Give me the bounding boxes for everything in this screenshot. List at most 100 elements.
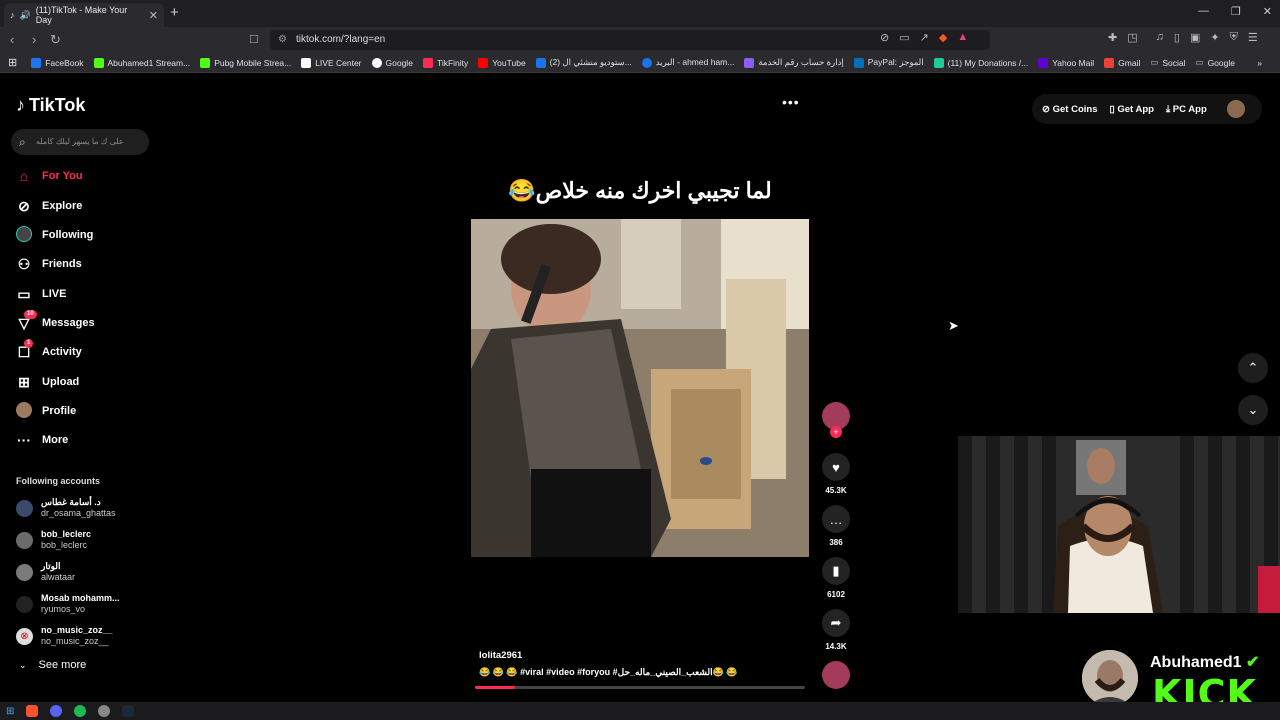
chevron-down-icon: ⌄ [19, 659, 27, 670]
bookmark-paypal[interactable]: PayPal: الموجز [853, 57, 924, 68]
video-progress-bar[interactable] [475, 686, 805, 689]
wallet-icon[interactable]: ▣ [1190, 31, 1200, 44]
new-tab-button[interactable]: + [170, 4, 179, 21]
vpn-icon[interactable]: ⛨ [1230, 31, 1238, 44]
video-player[interactable] [471, 219, 809, 557]
screenshot-icon[interactable]: ◳ [1127, 31, 1137, 44]
creator-avatar[interactable]: + [820, 402, 852, 438]
account-username: ryumos_vo [41, 604, 86, 614]
sound-disc[interactable] [820, 661, 852, 689]
menu-icon[interactable]: ☰ [1248, 31, 1258, 44]
bookmark-page-icon[interactable]: ☐ [249, 33, 259, 46]
site-info-icon[interactable]: ⚙ [278, 30, 287, 50]
bookmark-label: PayPal: الموجز [867, 57, 924, 67]
sidebar-icon[interactable]: ▯ [1174, 31, 1180, 44]
get-app-button[interactable]: ▯ Get App [1109, 104, 1153, 115]
music-icon[interactable]: ♫ [1156, 31, 1164, 44]
share-button[interactable]: ➦ 14.3K [820, 609, 852, 651]
bookmark-label: FaceBook [45, 57, 84, 68]
brave-browser-icon[interactable] [26, 705, 39, 717]
nav-label: Activity [42, 346, 82, 358]
nav-profile[interactable]: Profile [16, 400, 76, 422]
comment-button[interactable]: … 386 [820, 505, 852, 547]
nav-live[interactable]: ▭ LIVE [16, 283, 66, 305]
more-bookmarks-icon[interactable]: » [1257, 58, 1262, 68]
bookmark-tikfinity[interactable]: TikFinity [422, 57, 469, 68]
live-icon: ▭ [17, 285, 31, 302]
cast-off-icon[interactable]: ⊘ [880, 31, 889, 44]
close-tab-icon[interactable]: ✕ [149, 9, 158, 22]
tiktok-logo[interactable]: ♪ TikTok [16, 95, 85, 116]
bookmark-live-center[interactable]: LIVE Center [301, 57, 362, 68]
brave-shield-icon[interactable]: ◆ [939, 31, 947, 44]
user-avatar[interactable] [1226, 100, 1245, 118]
more-options-icon[interactable]: ••• [782, 94, 800, 110]
coin-icon: ⊘ [1042, 103, 1050, 115]
bookmark-yahoo-mail[interactable]: Yahoo Mail [1038, 57, 1094, 68]
nav-following[interactable]: Following [16, 224, 93, 246]
obs-icon[interactable] [98, 705, 111, 717]
get-coins-button[interactable]: ⊘ Get Coins [1042, 104, 1097, 115]
audio-playing-icon[interactable]: 🔊 [20, 10, 31, 21]
video-frame-image [471, 219, 809, 557]
back-icon[interactable]: ‹ [10, 32, 14, 47]
paypal-icon [853, 57, 864, 68]
follow-plus-icon[interactable]: + [830, 426, 842, 438]
bookmark-google[interactable]: Google [371, 57, 413, 68]
bookmark-facebook[interactable]: FaceBook [31, 57, 84, 68]
profile-icon [16, 401, 32, 421]
steam-icon[interactable] [122, 705, 135, 717]
bookmark-folder-social[interactable]: ▭ Social [1150, 57, 1185, 68]
following-account[interactable]: bob_leclerc bob_leclerc [16, 529, 91, 551]
bookmark-pubg-stream[interactable]: Pubg Mobile Strea... [200, 57, 291, 68]
bookmark-youtube-studio[interactable]: (2) ستوديو منشئي ال... [535, 57, 632, 68]
spotify-icon[interactable] [74, 705, 87, 717]
following-account[interactable]: Mosab mohamm... ryumos_vo [16, 593, 120, 615]
nav-explore[interactable]: ⊘ Explore [16, 195, 82, 217]
nav-more[interactable]: ··· More [16, 429, 68, 451]
forward-icon[interactable]: › [32, 32, 36, 47]
nav-upload[interactable]: ⊞ Upload [16, 371, 79, 393]
search-input[interactable]: ⌕ على ك ما يسهر ليلك كامله [11, 129, 149, 155]
bookmark-youtube[interactable]: YouTube [478, 57, 526, 68]
following-account[interactable]: الوتار alwataar [16, 561, 75, 583]
bookmark-label: TikFinity [436, 57, 469, 68]
like-button[interactable]: ♥ 45.3K [820, 453, 852, 495]
previous-video-button[interactable]: ⌃ [1238, 353, 1268, 383]
following-account[interactable]: د. أسامة غطاس dr_osama_ghattas [16, 497, 116, 519]
pc-app-label: PC App [1172, 103, 1207, 115]
brave-rewards-icon[interactable]: ▲ [957, 31, 968, 44]
leo-ai-icon[interactable]: ✦ [1210, 31, 1219, 44]
nav-messages[interactable]: ▽ 10 Messages [16, 309, 95, 334]
bookmark-kick-stream[interactable]: Abuhamed1 Stream... [93, 57, 190, 68]
extensions-icon[interactable]: ✚ [1108, 31, 1117, 44]
share-icon[interactable]: ↗ [920, 31, 929, 44]
save-button[interactable]: ▮ 6102 [820, 557, 852, 599]
browser-tab[interactable]: ♪ 🔊 (11)TikTok - Make Your Day ✕ [4, 3, 164, 27]
video-author[interactable]: lolita2961 [479, 650, 522, 661]
reload-icon[interactable]: ↻ [50, 32, 61, 48]
windows-start-icon[interactable]: ⊞ [6, 706, 14, 717]
pc-app-button[interactable]: ⤓ PC App [1166, 104, 1207, 115]
bookmark-outlook[interactable]: البريد - ahmed ham... [641, 57, 734, 68]
chevron-down-icon: ⌄ [1247, 402, 1259, 417]
bookmark-gmail[interactable]: Gmail [1104, 57, 1140, 68]
nav-activity[interactable]: ☐ 1 Activity [16, 338, 82, 363]
bookmark-folder-google[interactable]: ▭ Google [1196, 57, 1235, 68]
following-account[interactable]: ⊗ no_music_zoz__ no_music_zoz__ [16, 625, 113, 647]
picture-in-picture-icon[interactable]: ▭ [899, 31, 909, 44]
search-placeholder: على ك ما يسهر ليلك كامله [36, 137, 124, 146]
discord-icon[interactable] [50, 705, 63, 717]
close-window-icon[interactable]: ✕ [1263, 5, 1272, 18]
bookmark-service-account[interactable]: إدارة حساب رقم الخدمة [744, 57, 844, 68]
nav-for-you[interactable]: ⌂ For You [16, 165, 83, 187]
tikfinity-icon [422, 57, 433, 68]
apps-icon[interactable]: ⊞ [8, 56, 17, 69]
see-more-button[interactable]: ⌄ See more [19, 659, 86, 671]
address-bar-row: ‹ › ↻ ☐ ⚙ tiktok.com/?lang=en ⊘ ▭ ↗ ◆ ▲ … [0, 27, 1280, 53]
next-video-button[interactable]: ⌄ [1238, 395, 1268, 425]
restore-icon[interactable]: ❐ [1231, 5, 1241, 18]
nav-friends[interactable]: ⚇ Friends [16, 253, 82, 275]
minimize-icon[interactable]: — [1198, 5, 1209, 18]
bookmark-donations[interactable]: (11) My Donations /... [933, 57, 1028, 68]
